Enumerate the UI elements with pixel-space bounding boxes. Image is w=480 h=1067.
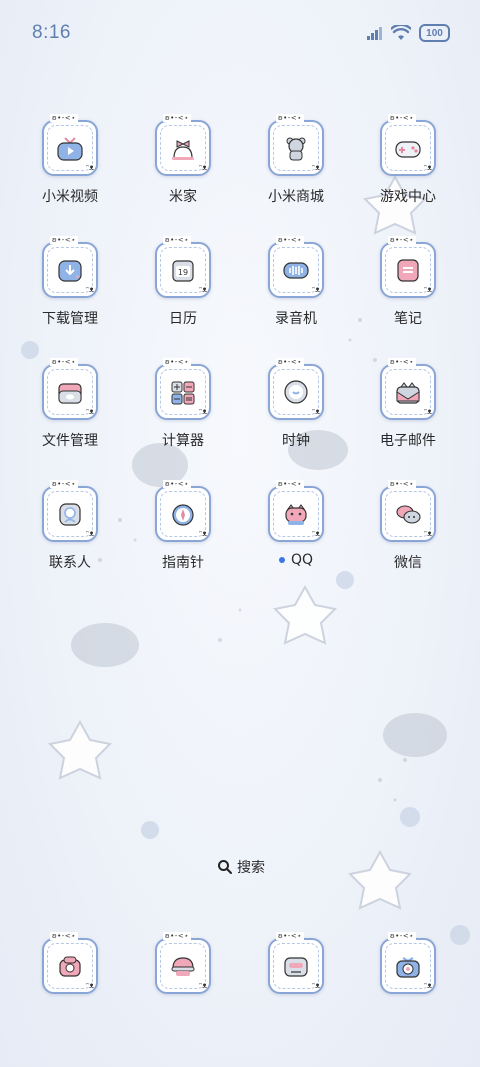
app-label: 小米视频 bbox=[42, 189, 98, 205]
app-email[interactable]: ʚ•-<⋆ ᵔᴥ 电子邮件 bbox=[353, 358, 463, 464]
app-label: 计算器 bbox=[162, 433, 204, 449]
wifi-icon bbox=[391, 25, 411, 40]
app-label: 游戏中心 bbox=[380, 189, 436, 205]
app-label: 日历 bbox=[169, 311, 197, 327]
app-label: 小米商城 bbox=[268, 189, 324, 205]
qq-icon: ʚ•-<⋆ ᵔᴥ bbox=[268, 480, 324, 542]
phone-icon: ʚ•-<⋆ ᵔᴥ bbox=[42, 932, 98, 994]
search-label: 搜索 bbox=[237, 860, 265, 876]
messages-icon: ʚ•-<⋆ ᵔᴥ bbox=[155, 932, 211, 994]
dock-phone[interactable]: ʚ•-<⋆ ᵔᴥ bbox=[15, 932, 125, 1038]
app-label: 录音机 bbox=[275, 311, 317, 327]
app-mi-video[interactable]: ʚ•-<⋆ ᵔᴥ 小米视频 bbox=[15, 114, 125, 220]
contacts-icon: ʚ•-<⋆ ᵔᴥ bbox=[42, 480, 98, 542]
calculator-icon: ʚ•-<⋆ ᵔᴥ bbox=[155, 358, 211, 420]
app-label: 下载管理 bbox=[42, 311, 98, 327]
notes-icon: ʚ•-<⋆ ᵔᴥ bbox=[380, 236, 436, 298]
dock-camera[interactable]: ʚ•-<⋆ ᵔᴥ bbox=[353, 932, 463, 1038]
app-clock[interactable]: ʚ•-<⋆ ᵔᴥ 时钟 bbox=[241, 358, 351, 464]
dock-browser[interactable]: ʚ•-<⋆ ᵔᴥ bbox=[241, 932, 351, 1038]
browser-icon: ʚ•-<⋆ ᵔᴥ bbox=[268, 932, 324, 994]
app-contacts[interactable]: ʚ•-<⋆ ᵔᴥ 联系人 bbox=[15, 480, 125, 586]
bell-bow-icon: ʚ•-<⋆ ᵔᴥ bbox=[155, 114, 211, 176]
app-label: QQ bbox=[278, 552, 314, 568]
app-label: 米家 bbox=[169, 189, 197, 205]
app-label: 笔记 bbox=[394, 311, 422, 327]
status-icons: 100 bbox=[367, 24, 450, 42]
app-calculator[interactable]: ʚ•-<⋆ ᵔᴥ 计算器 bbox=[128, 358, 238, 464]
compass-icon: ʚ•-<⋆ ᵔᴥ bbox=[155, 480, 211, 542]
signal-icon bbox=[367, 27, 382, 40]
status-bar: 8:16 100 bbox=[0, 0, 480, 66]
update-dot bbox=[278, 557, 285, 563]
app-mi-store[interactable]: ʚ•-<⋆ ᵔᴥ 小米商城 bbox=[241, 114, 351, 220]
battery-indicator: 100 bbox=[419, 24, 450, 42]
app-label: 时钟 bbox=[282, 433, 310, 449]
status-time: 8:16 bbox=[32, 22, 71, 43]
app-label: 联系人 bbox=[49, 555, 91, 571]
app-label: 指南针 bbox=[162, 555, 204, 571]
app-mijia[interactable]: ʚ•-<⋆ ᵔᴥ 米家 bbox=[128, 114, 238, 220]
app-downloads[interactable]: ʚ•-<⋆ ᵔᴥ 下载管理 bbox=[15, 236, 125, 342]
app-game-center[interactable]: ʚ•-<⋆ ᵔᴥ 游戏中心 bbox=[353, 114, 463, 220]
app-compass[interactable]: ʚ•-<⋆ ᵔᴥ 指南针 bbox=[128, 480, 238, 586]
app-calendar[interactable]: ʚ•-<⋆ 19 ᵔᴥ 日历 bbox=[128, 236, 238, 342]
clock-icon: ʚ•-<⋆ ᵔᴥ bbox=[268, 358, 324, 420]
recorder-icon: ʚ•-<⋆ ᵔᴥ bbox=[268, 236, 324, 298]
app-recorder[interactable]: ʚ•-<⋆ ᵔᴥ 录音机 bbox=[241, 236, 351, 342]
app-label-text: QQ bbox=[290, 552, 314, 568]
gamepad-icon: ʚ•-<⋆ ᵔᴥ bbox=[380, 114, 436, 176]
wechat-icon: ʚ•-<⋆ ᵔᴥ bbox=[380, 480, 436, 542]
search-button[interactable]: 搜索 bbox=[206, 852, 276, 882]
svg-text:19: 19 bbox=[178, 268, 188, 277]
dock-messages[interactable]: ʚ•-<⋆ ᵔᴥ bbox=[128, 932, 238, 1038]
app-label: 文件管理 bbox=[42, 433, 98, 449]
app-label: 电子邮件 bbox=[380, 433, 436, 449]
folder-icon: ʚ•-<⋆ ᵔᴥ bbox=[42, 358, 98, 420]
search-icon bbox=[218, 860, 232, 874]
email-icon: ʚ•-<⋆ ᵔᴥ bbox=[380, 358, 436, 420]
camera-icon: ʚ•-<⋆ ᵔᴥ bbox=[380, 932, 436, 994]
app-wechat[interactable]: ʚ•-<⋆ ᵔᴥ 微信 bbox=[353, 480, 463, 586]
calendar-icon: ʚ•-<⋆ 19 ᵔᴥ bbox=[155, 236, 211, 298]
bear-bag-icon: ʚ•-<⋆ ᵔᴥ bbox=[268, 114, 324, 176]
app-qq[interactable]: ʚ•-<⋆ ᵔᴥ QQ bbox=[241, 480, 351, 586]
download-icon: ʚ•-<⋆ ᵔᴥ bbox=[42, 236, 98, 298]
app-label: 微信 bbox=[394, 555, 422, 571]
app-notes[interactable]: ʚ•-<⋆ ᵔᴥ 笔记 bbox=[353, 236, 463, 342]
app-file-manager[interactable]: ʚ•-<⋆ ᵔᴥ 文件管理 bbox=[15, 358, 125, 464]
tv-play-icon: ʚ•-<⋆ ᵔᴥ bbox=[42, 114, 98, 176]
